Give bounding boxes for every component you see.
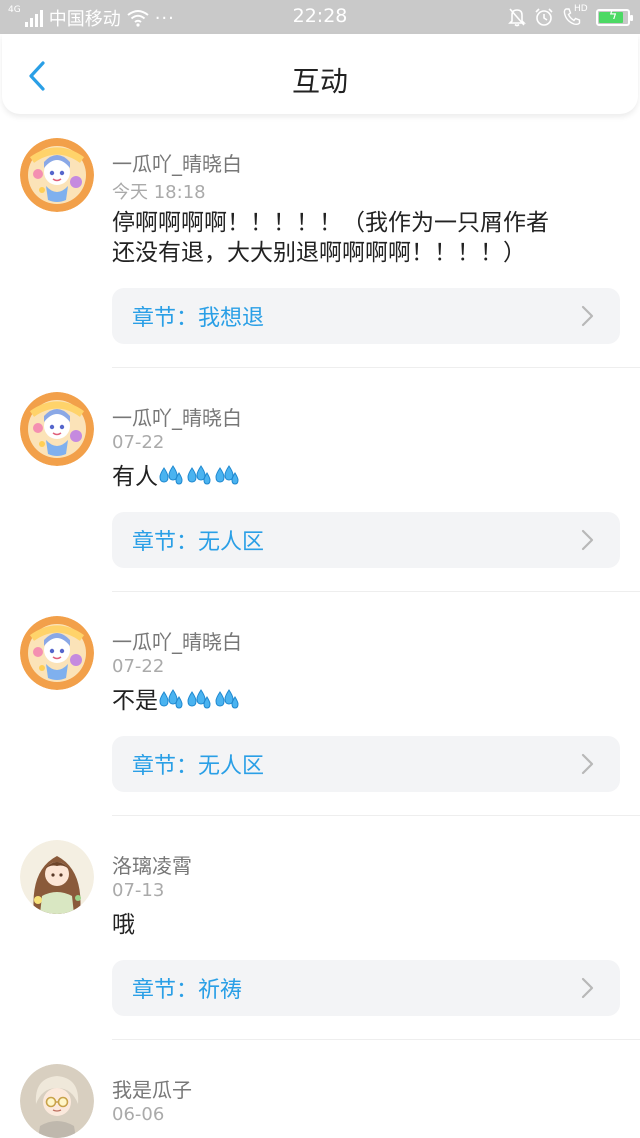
comment-content-line: 不是 (112, 686, 612, 716)
comment-username[interactable]: 洛璃凌霄 (112, 850, 192, 879)
status-bar: 4G 中国移动 ··· 22:28 HD ϟ (0, 0, 640, 34)
comment-content-line: 有人 (112, 462, 612, 492)
chapter-link-button[interactable]: 章节： 祈祷 (112, 960, 620, 1016)
user-avatar[interactable] (20, 616, 94, 690)
comment-username[interactable]: 一瓜吖_晴晓白 (112, 626, 242, 655)
chevron-right-icon (581, 305, 594, 327)
user-avatar[interactable] (20, 1064, 94, 1138)
page-title: 互动 (291, 65, 348, 98)
sweat-drops-emoji-icon (214, 464, 240, 488)
chapter-link-button[interactable]: 章节： 我想退 (112, 288, 620, 344)
comment-content-line: 停啊啊啊啊！！！！！（我作为一只屑作者 (112, 210, 549, 236)
hd-label: HD (574, 4, 588, 14)
bell-off-icon (508, 8, 526, 27)
alarm-icon (535, 8, 553, 26)
comment-content: 哦 (112, 910, 612, 940)
chevron-right-icon (581, 529, 594, 551)
sweat-drops-emoji-icon (158, 464, 184, 488)
comment-item: 洛璃凌霄 07-13 哦章节： 祈祷 (0, 816, 640, 1040)
hd-call-icon: HD (562, 4, 588, 27)
chapter-title: 我想退 (198, 306, 265, 331)
user-avatar[interactable] (20, 840, 94, 914)
comment-username[interactable]: 一瓜吖_晴晓白 (112, 148, 242, 177)
comment-list: 一瓜吖_晴晓白 今天 18:18 停啊啊啊啊！！！！！（我作为一只屑作者 还没有退，大… (0, 114, 640, 1138)
chapter-prefix: 章节： (132, 530, 199, 555)
comment-item: 一瓜吖_晴晓白 07-22 不是 章节： 无人区 (0, 592, 640, 816)
chapter-title: 无人区 (198, 754, 265, 779)
comment-time: 今天 18:18 (112, 182, 206, 203)
chapter-prefix: 章节： (132, 306, 199, 331)
chapter-title: 祈祷 (198, 978, 243, 1003)
comment-content: 停啊啊啊啊！！！！！（我作为一只屑作者 还没有退，大大别退啊啊啊啊！！！！） (112, 208, 612, 268)
chevron-right-icon (581, 753, 594, 775)
user-avatar[interactable] (20, 138, 94, 212)
comment-time: 06-06 (112, 1104, 165, 1125)
chevron-right-icon (581, 977, 594, 999)
comment-time: 07-13 (112, 880, 165, 901)
chapter-prefix: 章节： (132, 754, 199, 779)
chapter-prefix: 章节： (132, 978, 199, 1003)
chapter-link-button[interactable]: 章节： 无人区 (112, 736, 620, 792)
comment-item: 一瓜吖_晴晓白 07-22 有人 章节： 无人区 (0, 368, 640, 592)
charging-icon: ϟ (608, 7, 618, 23)
comment-username[interactable]: 我是瓜子 (112, 1074, 192, 1103)
comment-content-line: 还没有退，大大别退啊啊啊啊！！！！） (112, 240, 526, 266)
chapter-link-button[interactable]: 章节： 无人区 (112, 512, 620, 568)
sweat-drops-emoji-icon (214, 688, 240, 712)
comment-content: 有人 (112, 462, 612, 492)
comment-item: 我是瓜子 06-06 (0, 1040, 640, 1138)
sweat-drops-emoji-icon (158, 688, 184, 712)
comment-time: 07-22 (112, 656, 165, 677)
sweat-drops-emoji-icon (186, 688, 212, 712)
comment-content-line: 哦 (112, 912, 135, 938)
sweat-drops-emoji-icon (186, 464, 212, 488)
comment-username[interactable]: 一瓜吖_晴晓白 (112, 402, 242, 431)
comment-item: 一瓜吖_晴晓白今天 18:18 停啊啊啊啊！！！！！（我作为一只屑作者 还没有退，大… (0, 114, 640, 368)
chapter-title: 无人区 (198, 530, 265, 555)
user-avatar[interactable] (20, 392, 94, 466)
nav-bar: 互动 (2, 34, 638, 114)
battery-icon: ϟ (596, 7, 633, 26)
comment-content: 不是 (112, 686, 612, 716)
status-right: HD ϟ (508, 4, 633, 27)
comment-time: 07-22 (112, 432, 165, 453)
